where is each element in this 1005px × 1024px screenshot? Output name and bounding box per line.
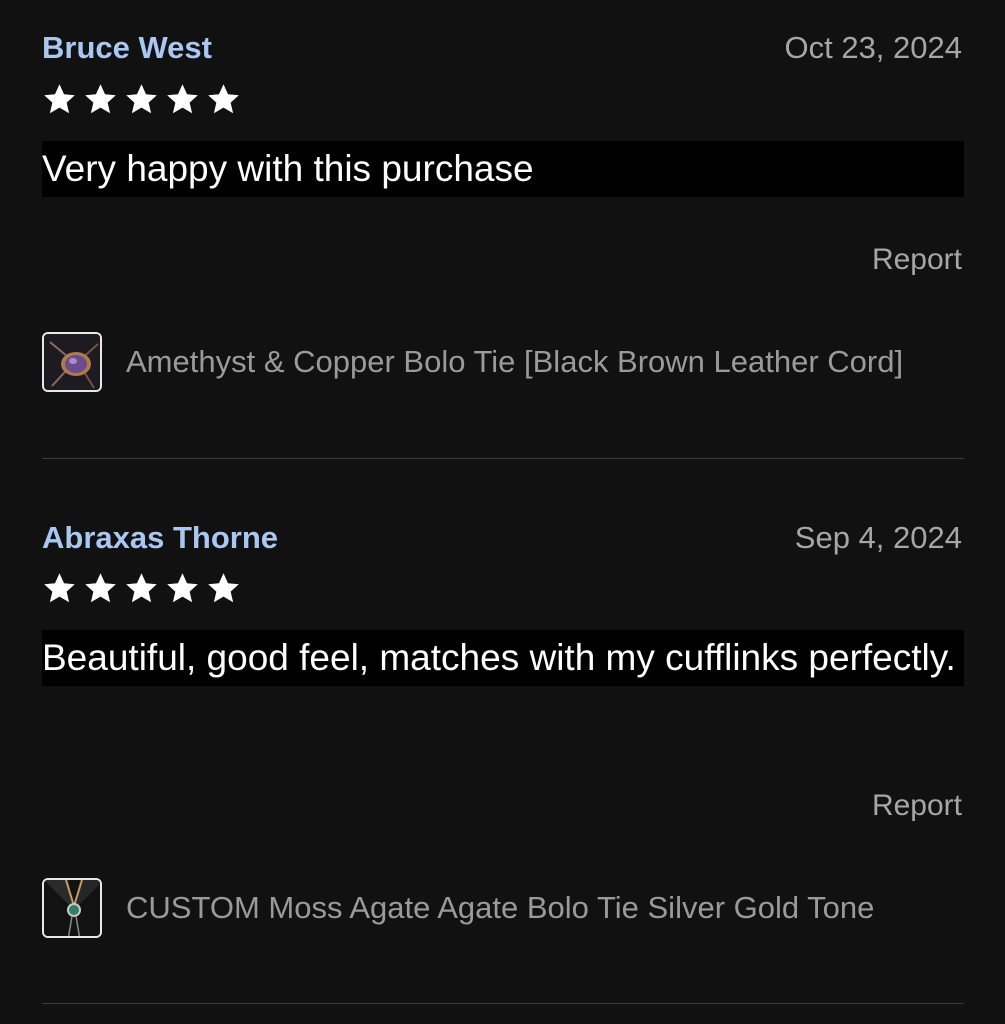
star-icon: [85, 84, 116, 114]
reviewer-name[interactable]: Abraxas Thorne: [42, 518, 278, 558]
star-rating: [42, 571, 241, 606]
review-date: Sep 4, 2024: [794, 520, 962, 555]
review-item: Bruce West Oct 23, 2024 Very happy with …: [42, 28, 964, 392]
review-item: Abraxas Thorne Sep 4, 2024 Beautiful, go…: [42, 518, 964, 938]
star-icon: [208, 84, 239, 114]
star-icon: [167, 573, 198, 603]
star-icon: [208, 573, 239, 603]
star-icon: [126, 573, 157, 603]
star-icon: [85, 573, 116, 603]
divider: [42, 1003, 964, 1004]
report-link[interactable]: Report: [872, 786, 962, 826]
star-icon: [126, 84, 157, 114]
reviewer-name[interactable]: Bruce West: [42, 28, 212, 68]
review-text: Very happy with this purchase: [42, 141, 964, 197]
product-title: Amethyst & Copper Bolo Tie [Black Brown …: [126, 344, 904, 379]
star-icon: [167, 84, 198, 114]
report-link[interactable]: Report: [872, 240, 962, 280]
product-title: CUSTOM Moss Agate Agate Bolo Tie Silver …: [126, 890, 875, 925]
divider: [42, 458, 964, 459]
product-thumbnail: [42, 332, 102, 392]
product-link[interactable]: Amethyst & Copper Bolo Tie [Black Brown …: [42, 330, 964, 394]
review-header: Bruce West Oct 23, 2024: [42, 28, 964, 72]
star-rating: [42, 82, 241, 117]
product-link[interactable]: CUSTOM Moss Agate Agate Bolo Tie Silver …: [42, 876, 964, 940]
product-thumbnail: [42, 878, 102, 938]
review-text: Beautiful, good feel, matches with my cu…: [42, 630, 964, 686]
review-header: Abraxas Thorne Sep 4, 2024: [42, 518, 964, 562]
star-icon: [44, 84, 75, 114]
star-icon: [44, 573, 75, 603]
review-date: Oct 23, 2024: [784, 30, 962, 65]
